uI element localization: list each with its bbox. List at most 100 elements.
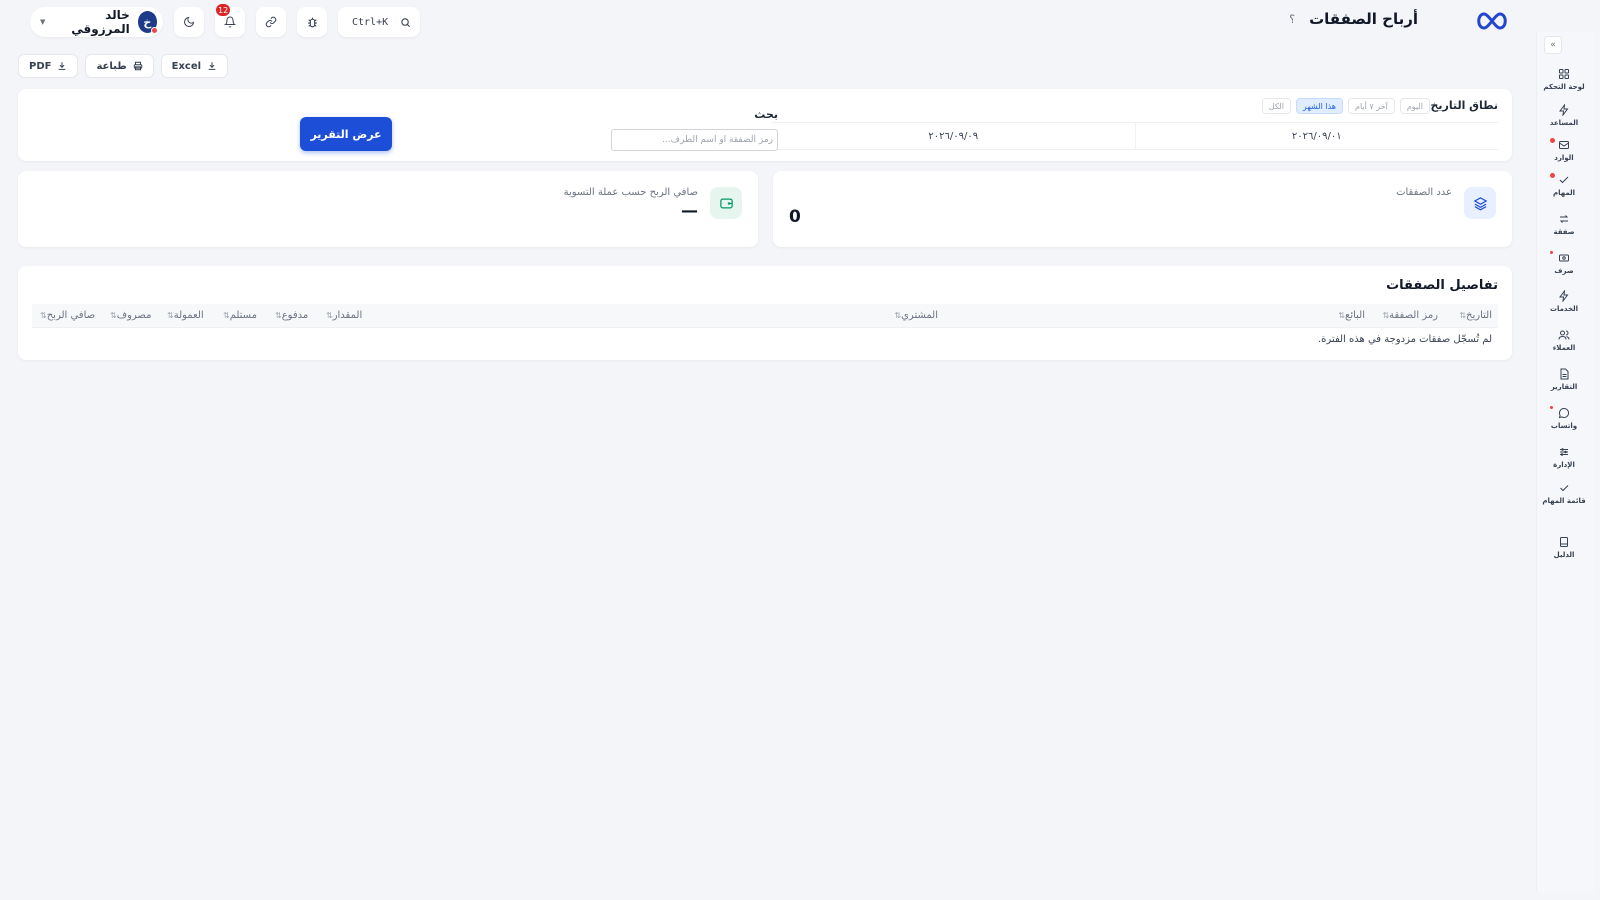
debug-button[interactable]	[297, 7, 327, 37]
sidebar: « لوحة التحكم المساعد الوارد المهام صفقة…	[1530, 0, 1600, 900]
bug-icon	[307, 17, 317, 27]
search-input[interactable]	[611, 129, 778, 151]
export-toolbar: PDF طباعة Excel	[18, 54, 229, 78]
deals-table-card: تفاصيل الصفقات ⇅التاريخ ⇅رمز الصفقة ⇅الب…	[18, 266, 1512, 360]
page-heading: أرباح الصفقات ؟	[1289, 10, 1418, 28]
table-title: تفاصيل الصفقات	[1386, 278, 1498, 293]
user-menu[interactable]: ▼ خالد المرزوقي خ	[30, 7, 163, 37]
report-icon	[1560, 368, 1569, 380]
moon-icon	[184, 16, 195, 27]
sliders-icon	[1560, 448, 1568, 456]
deals-count-card: عدد الصفقات 0	[773, 171, 1512, 247]
sidebar-item-label: التقارير	[1550, 383, 1578, 391]
sidebar-item-label: صرف	[1554, 267, 1574, 275]
column-received[interactable]: ⇅مستلم	[221, 304, 257, 328]
deals-count-value: 0	[789, 207, 801, 227]
net-profit-value: —	[681, 201, 698, 221]
avatar[interactable]: خ	[137, 11, 158, 34]
download-icon	[59, 62, 66, 70]
sidebar-item-deal[interactable]: صفقة	[1544, 213, 1584, 247]
preset-all[interactable]: الكل	[1261, 98, 1291, 114]
sidebar-item-tasks[interactable]: المهام	[1544, 173, 1584, 208]
sidebar-item-exchange[interactable]: صرف	[1544, 251, 1584, 286]
column-date[interactable]: ⇅التاريخ	[1457, 304, 1492, 328]
sidebar-item-task-list[interactable]: قائمة المهام	[1542, 482, 1586, 516]
net-profit-label: صافي الربح حسب عملة التسوية	[563, 187, 698, 198]
sidebar-item-reports[interactable]: التقارير	[1544, 368, 1584, 402]
empty-state-message: لم تُسجّل صفقات مزدوجة في هذه الفترة.	[1318, 334, 1492, 345]
sort-icon: ⇅	[275, 311, 282, 320]
page-title: أرباح الصفقات	[1309, 10, 1418, 28]
sort-icon: ⇅	[110, 311, 117, 320]
book-icon	[1560, 537, 1568, 547]
top-actions: ▼ خالد المرزوقي خ 12 Ctrl+K	[30, 4, 420, 37]
sidebar-item-label: العملاء	[1552, 344, 1576, 352]
top-bar: ▼ خالد المرزوقي خ 12 Ctrl+K أرباح الصفقا…	[0, 0, 1530, 44]
help-icon[interactable]: ؟	[1289, 13, 1295, 26]
preset-last-7-days[interactable]: آخر ٧ أيام	[1348, 98, 1395, 114]
notification-badge: 12	[216, 4, 231, 16]
sidebar-item-services[interactable]: الخدمات	[1544, 290, 1584, 324]
column-commission[interactable]: ⇅العمولة	[165, 304, 204, 328]
chat-icon	[1558, 407, 1570, 419]
date-from-field[interactable]: ٢٠٢٦/٠٩/٠١	[1136, 123, 1499, 149]
export-excel-button[interactable]: Excel	[160, 54, 229, 78]
sidebar-item-label: المهام	[1552, 189, 1576, 197]
sidebar-collapse-button[interactable]: «	[1544, 36, 1562, 54]
inbox-icon	[1559, 141, 1569, 149]
sidebar-item-label: الإدارة	[1553, 461, 1575, 469]
column-paid[interactable]: ⇅مدفوع	[273, 304, 308, 328]
sidebar-item-admin[interactable]: الإدارة	[1544, 446, 1584, 480]
layers-icon	[1464, 187, 1496, 219]
sort-icon: ⇅	[167, 311, 174, 320]
checklist-icon	[1560, 485, 1569, 492]
shortcut-hint: Ctrl+K	[352, 16, 389, 28]
sort-icon: ⇅	[223, 311, 230, 320]
wallet-icon	[710, 187, 742, 219]
notifications-button[interactable]: 12	[215, 4, 245, 37]
sidebar-item-inbox[interactable]: الوارد	[1544, 138, 1584, 173]
column-expense[interactable]: ⇅مصروف	[108, 304, 151, 328]
table-header: ⇅التاريخ ⇅رمز الصفقة ⇅البائع ⇅المشتري ⇅ا…	[32, 304, 1498, 328]
show-report-button[interactable]: عرض التقرير	[300, 117, 392, 151]
sort-icon: ⇅	[40, 311, 47, 320]
chevron-down-icon: ▼	[40, 18, 46, 26]
filter-panel: نطاق التاريخ اليوم آخر ٧ أيام هذا الشهر …	[18, 89, 1512, 161]
unread-dot	[1550, 138, 1555, 143]
print-button[interactable]: طباعة	[85, 54, 154, 78]
column-amount[interactable]: ⇅المقدار	[324, 304, 362, 328]
column-net-profit[interactable]: ⇅صافي الربح	[38, 304, 95, 328]
download-icon	[208, 62, 216, 70]
sidebar-item-dashboard[interactable]: لوحة التحكم	[1543, 68, 1585, 102]
sidebar-item-clients[interactable]: العملاء	[1544, 329, 1584, 363]
sidebar-item-label: الخدمات	[1549, 305, 1579, 313]
sidebar-item-label: واتساب	[1550, 422, 1578, 430]
sort-icon: ⇅	[1338, 311, 1345, 320]
preset-this-month[interactable]: هذا الشهر	[1295, 98, 1344, 114]
column-code[interactable]: ⇅رمز الصفقة	[1380, 304, 1438, 328]
lightning-icon	[1559, 104, 1569, 116]
lightning-icon	[1559, 290, 1569, 302]
unread-dot	[1550, 406, 1553, 409]
print-label: طباعة	[96, 60, 127, 72]
export-pdf-label: PDF	[29, 60, 52, 72]
swap-icon	[1559, 215, 1569, 223]
date-to-field[interactable]: ٢٠٢٦/٠٩/٠٩	[772, 123, 1136, 149]
sidebar-item-whatsapp[interactable]: واتساب	[1544, 406, 1584, 441]
command-search-button[interactable]: Ctrl+K	[338, 7, 420, 37]
sidebar-item-label: المساعد	[1549, 119, 1579, 127]
sidebar-item-label: قائمة المهام	[1542, 497, 1586, 505]
column-seller[interactable]: ⇅البائع	[1336, 304, 1365, 328]
sidebar-item-assistant[interactable]: المساعد	[1544, 104, 1584, 138]
column-buyer[interactable]: ⇅المشتري	[892, 304, 938, 328]
sidebar-item-guide[interactable]: الدليل	[1544, 536, 1584, 570]
theme-toggle-button[interactable]	[174, 7, 204, 37]
date-range-presets: اليوم آخر ٧ أيام هذا الشهر الكل	[1261, 98, 1430, 114]
preset-today[interactable]: اليوم	[1399, 98, 1430, 114]
link-button[interactable]	[256, 7, 286, 37]
net-profit-card: صافي الربح حسب عملة التسوية —	[18, 171, 758, 247]
date-range-fields: ٢٠٢٦/٠٩/٠١ ٢٠٢٦/٠٩/٠٩	[772, 122, 1498, 150]
status-dot	[151, 27, 158, 34]
export-pdf-button[interactable]: PDF	[18, 54, 79, 78]
dashboard-icon	[1559, 69, 1569, 79]
